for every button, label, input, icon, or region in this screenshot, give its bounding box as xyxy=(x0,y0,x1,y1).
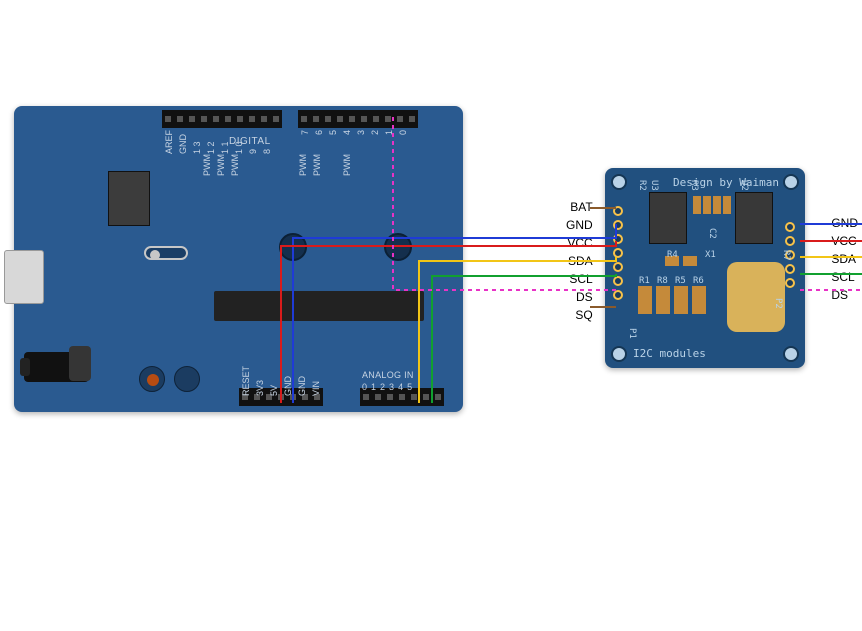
ref-p2: P2 xyxy=(773,298,783,309)
ref-r6: R6 xyxy=(693,276,704,286)
ref-c2: C2 xyxy=(707,228,717,239)
wiring-diagram: AREF GND 1 3 1 2 1 1 1 0 9 8 7 6 5 4 3 2… xyxy=(0,0,862,631)
analog-labels: 0 1 2 3 4 5 xyxy=(362,382,412,392)
reset-button xyxy=(279,233,307,261)
led-pad xyxy=(384,233,412,261)
mount-hole xyxy=(611,174,627,190)
arduino-uno-board: AREF GND 1 3 1 2 1 1 1 0 9 8 7 6 5 4 3 2… xyxy=(14,106,463,412)
module-right-pin-labels: GND VCC SDA SCL DS xyxy=(831,216,858,304)
module-footer: I2C modules xyxy=(633,347,706,360)
module-crystal xyxy=(727,262,785,332)
usb-port xyxy=(4,250,44,304)
capacitor-1 xyxy=(139,366,165,392)
ref-p1: P1 xyxy=(627,328,637,339)
ref-x1: X1 xyxy=(705,250,716,260)
mount-hole xyxy=(611,346,627,362)
ref-r8: R8 xyxy=(657,276,668,286)
crystal-component xyxy=(69,346,91,381)
module-left-pinheader xyxy=(613,206,625,300)
digital-header-b xyxy=(298,110,418,128)
icsp-slot xyxy=(144,246,188,260)
digital-labels-b: 7 6 5 4 3 2 1 0 xyxy=(300,130,408,135)
ref-r1: R1 xyxy=(639,276,650,286)
mount-hole xyxy=(783,174,799,190)
ref-r5: R5 xyxy=(675,276,686,286)
capacitor-2 xyxy=(174,366,200,392)
module-left-pin-labels: BAT GND VCC SDA SCL DS SQ xyxy=(566,200,593,324)
ref-r7: R7 xyxy=(781,250,791,261)
module-ic-u3 xyxy=(649,192,687,244)
atmega328-chip xyxy=(214,291,424,321)
analog-section-label: ANALOG IN xyxy=(362,370,414,380)
atmega16u2-chip xyxy=(108,171,150,226)
digital-section-label: DIGITAL xyxy=(229,136,271,147)
ref-u2: U2 xyxy=(739,180,749,191)
ref-r2: R2 xyxy=(637,180,647,191)
ref-r4: R4 xyxy=(667,250,678,260)
ref-r3: R3 xyxy=(689,180,699,191)
pwm-labels: PWM PWM PWM PWM PWM PWM xyxy=(202,154,352,176)
module-resistor-row xyxy=(638,286,706,314)
rtc-i2c-module: Design by Waiman I2C modules P1 P2 U3 U2… xyxy=(605,168,805,368)
power-labels: RESET 3V3 5V GND GND VIN xyxy=(241,366,321,396)
digital-header-a xyxy=(162,110,282,128)
mount-hole xyxy=(783,346,799,362)
ref-u3: U3 xyxy=(649,180,659,191)
module-ic-u2 xyxy=(735,192,773,244)
